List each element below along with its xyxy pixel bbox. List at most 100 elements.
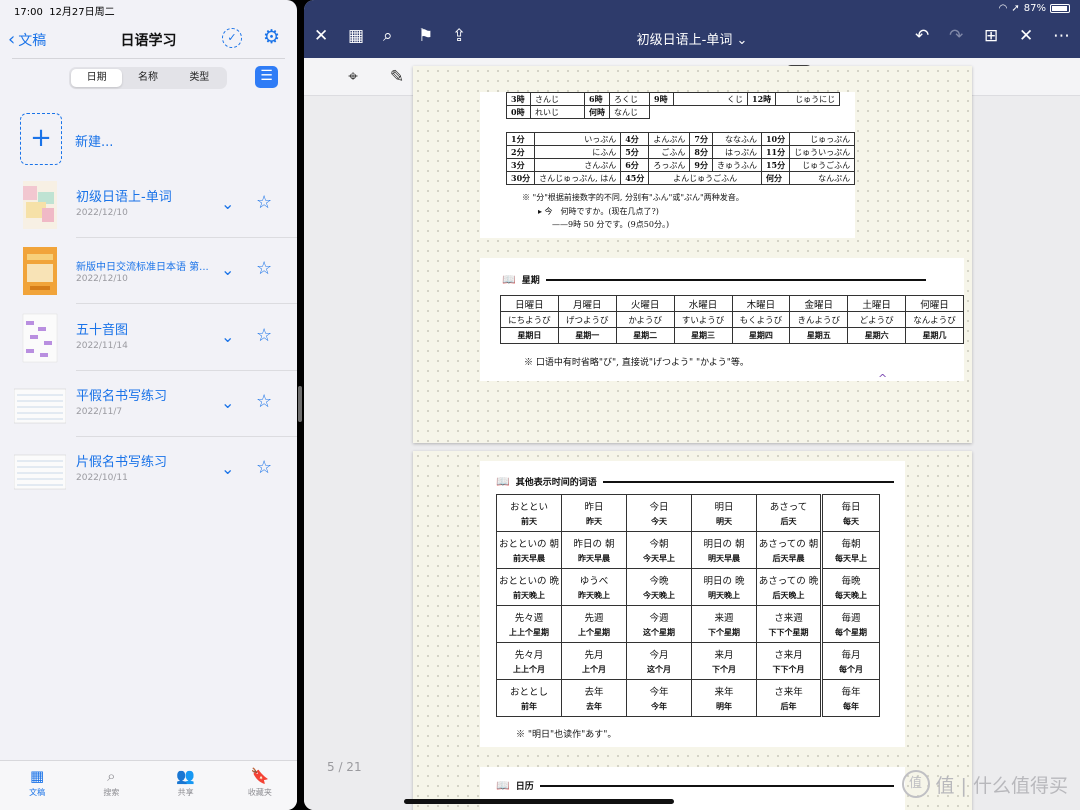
more-icon[interactable]: ⋯: [1053, 26, 1070, 46]
list-item[interactable]: 初级日语上-单词 2022/12/10 ⌄ ☆: [0, 172, 297, 238]
table-cell: にふん: [534, 145, 622, 159]
tab-search[interactable]: ⌕ 搜索: [74, 761, 148, 810]
empty-cell: [650, 106, 840, 119]
chinese-meaning: 今天晚上: [643, 590, 675, 600]
book-icon: 📖: [496, 779, 510, 792]
japanese-term: 来年: [714, 687, 734, 698]
example-answer: ——9時 50 分です。(9点50分。): [552, 220, 670, 229]
new-document-button[interactable]: +: [20, 113, 62, 165]
chinese-meaning: 下下个星期: [768, 627, 809, 637]
document-thumbnail: [14, 454, 66, 490]
table-cell: ごふん: [648, 145, 691, 159]
chinese-meaning: 下个月: [712, 664, 736, 674]
table-cell: じゅっぷん: [789, 132, 856, 146]
japanese-term: 明日の 朝: [703, 539, 745, 550]
list-item[interactable]: 片假名书写练习 2022/10/11 ⌄ ☆: [0, 437, 297, 503]
table-cell: 月曜日: [557, 295, 617, 312]
sort-segmented-control: 日期 名称 类型: [69, 67, 227, 89]
japanese-term: あさっての 晩: [758, 576, 819, 587]
undo-icon[interactable]: ↶: [915, 26, 929, 46]
sort-by-type[interactable]: 类型: [174, 69, 225, 87]
table-cell: 10分: [760, 132, 791, 146]
list-item[interactable]: 五十音图 2022/11/14 ⌄ ☆: [0, 305, 297, 371]
chevron-down-icon[interactable]: ⌄: [221, 327, 234, 346]
lasso-zoom-icon[interactable]: ⌖: [340, 65, 366, 89]
chevron-down-icon[interactable]: ⌄: [221, 194, 234, 213]
heading-rule: [539, 784, 894, 787]
japanese-term: おととし: [509, 687, 548, 698]
chinese-meaning: 每年: [843, 701, 859, 711]
chevron-down-icon[interactable]: ⌄: [221, 260, 234, 279]
table-cell: 4分: [620, 132, 650, 146]
document-name: 平假名书写练习: [76, 389, 168, 404]
weekdays-table: 日曜日 月曜日 火曜日 水曜日 木曜日 金曜日 土曜日 何曜日 にちようび げつ…: [500, 295, 964, 344]
notebook-page[interactable]: 3時 さんじ 6時 ろくじ 9時 くじ 12時 じゅうにじ 0時 れいじ 何時 …: [413, 66, 972, 443]
star-icon[interactable]: ☆: [256, 457, 272, 478]
table-cell: 土曜日: [847, 295, 907, 312]
select-checkmark-icon[interactable]: ✓: [222, 28, 242, 48]
tab-favorites[interactable]: 🔖 收藏夹: [223, 761, 297, 810]
table-cell: 昨日の 朝昨天早晨: [561, 531, 627, 569]
star-icon[interactable]: ☆: [256, 391, 272, 412]
watermark-text: 值 | 什么值得买: [935, 774, 1068, 797]
add-page-icon[interactable]: ⊞: [984, 26, 998, 46]
table-cell: 今週 这个星期: [626, 605, 692, 643]
chinese-meaning: 今天: [651, 516, 667, 526]
table-cell: 明日の 晩明天晚上: [691, 568, 757, 606]
japanese-term: 昨日: [584, 502, 604, 513]
sort-by-date[interactable]: 日期: [71, 69, 123, 87]
list-item[interactable]: 新版中日交流标准日本语 第... 2022/12/10 ⌄ ☆: [0, 238, 297, 304]
people-icon: 👥: [176, 767, 195, 785]
japanese-term: 今朝: [649, 539, 669, 550]
table-cell: きゅうふん: [711, 158, 762, 172]
table-row: 2分 にふん 5分 ごふん 8分 はっぷん 11分 じゅういっぷん: [505, 145, 856, 159]
chinese-meaning: 上个星期: [578, 627, 610, 637]
chevron-down-icon: ⌄: [736, 33, 748, 48]
gear-icon[interactable]: ⚙: [263, 26, 280, 48]
new-document-label[interactable]: 新建...: [75, 131, 113, 150]
redo-icon[interactable]: ↷: [949, 26, 963, 46]
star-icon[interactable]: ☆: [256, 192, 272, 213]
star-icon[interactable]: ☆: [256, 325, 272, 346]
sort-by-name[interactable]: 名称: [122, 69, 173, 87]
chinese-meaning: 每个星期: [835, 627, 867, 637]
list-item[interactable]: 平假名书写练习 2022/11/7 ⌄ ☆: [0, 371, 297, 437]
japanese-term: 毎朝: [841, 539, 861, 550]
japanese-term: 今晩: [649, 576, 669, 587]
chevron-down-icon[interactable]: ⌄: [221, 459, 234, 478]
table-cell: ろっぷん: [648, 158, 691, 172]
tab-documents[interactable]: ▦ 文稿: [0, 761, 74, 810]
japanese-term: 毎日: [841, 502, 861, 513]
table-cell: 星期三: [673, 327, 733, 344]
notebook-page[interactable]: 📖 其他表示时间的词语 おととい 前天 昨日 昨天 今日 今天 明日 明天 あさって 后天 毎日 每天…: [413, 451, 972, 810]
split-view-divider-handle[interactable]: [298, 386, 302, 422]
list-view-toggle-icon[interactable]: ☰: [255, 66, 278, 88]
table-cell: 星期二: [615, 327, 675, 344]
table-cell: 明日の 朝明天早晨: [691, 531, 757, 569]
document-title[interactable]: 初级日语上-单词 ⌄: [304, 29, 1080, 48]
tab-label: 搜索: [103, 788, 120, 797]
battery-percent: 87%: [1023, 3, 1046, 14]
notebook-canvas[interactable]: 3時 さんじ 6時 ろくじ 9時 くじ 12時 じゅうにじ 0時 れいじ 何時 …: [304, 66, 1080, 810]
table-cell: 何時: [584, 105, 610, 119]
document-date: 2022/12/10: [76, 274, 128, 284]
table-cell: 星期日: [500, 327, 559, 344]
chinese-meaning: 今天早上: [643, 553, 675, 563]
week-heading-text: 星期: [521, 276, 540, 286]
table-cell: さ来年 后年: [756, 679, 822, 717]
table-cell: かようび: [615, 311, 675, 328]
table-cell: ろくじ: [609, 92, 650, 106]
pen-icon[interactable]: ✎: [384, 65, 410, 89]
table-cell: なんようび: [905, 311, 964, 328]
table-cell: じゅうにじ: [775, 92, 841, 106]
japanese-term: 来週: [714, 613, 734, 624]
document-name: 新版中日交流标准日本语 第...: [76, 262, 209, 273]
star-icon[interactable]: ☆: [256, 258, 272, 279]
home-indicator[interactable]: [404, 799, 674, 804]
close-toolbar-icon[interactable]: ✕: [1019, 26, 1033, 46]
table-cell: くじ: [673, 92, 748, 106]
chevron-down-icon[interactable]: ⌄: [221, 393, 234, 412]
chinese-meaning: 今年: [651, 701, 667, 711]
table-cell: あさって 后天: [756, 494, 822, 532]
tab-shared[interactable]: 👥 共享: [149, 761, 223, 810]
